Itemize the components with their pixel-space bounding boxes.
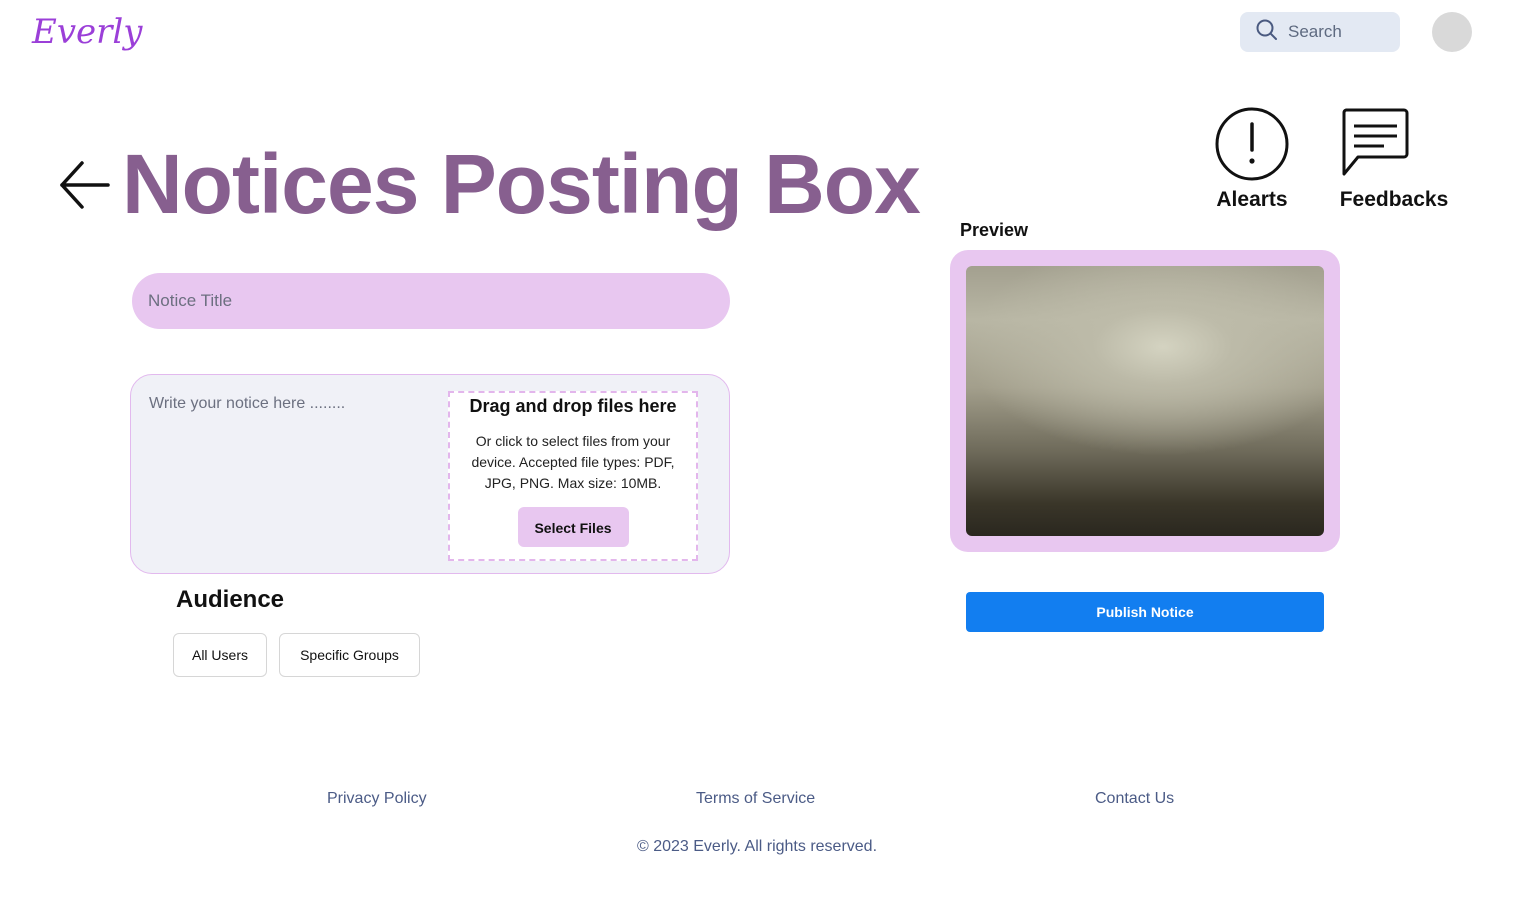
back-button[interactable] xyxy=(58,158,112,212)
copyright-text: © 2023 Everly. All rights reserved. xyxy=(636,838,878,855)
preview-label: Preview xyxy=(960,220,1029,240)
alert-circle-icon xyxy=(1215,107,1289,181)
file-dropzone[interactable]: Drag and drop files here Or click to sel… xyxy=(448,391,698,561)
feedbacks-button[interactable]: Feedbacks xyxy=(1334,104,1454,212)
avatar[interactable] xyxy=(1432,12,1472,52)
notice-body-input[interactable] xyxy=(147,393,441,557)
terms-of-service-link[interactable]: Terms of Service xyxy=(696,790,815,808)
publish-notice-button[interactable]: Publish Notice xyxy=(966,592,1324,632)
page-title: Notices Posting Box xyxy=(122,137,921,231)
audience-all-users-button[interactable]: All Users xyxy=(173,633,267,677)
message-square-icon xyxy=(1342,108,1409,176)
audience-specific-groups-button[interactable]: Specific Groups xyxy=(279,633,420,677)
preview-image xyxy=(966,266,1324,536)
search-icon xyxy=(1256,19,1278,46)
alerts-button[interactable]: Alearts xyxy=(1210,104,1294,212)
preview-panel xyxy=(950,250,1340,552)
notice-editor: Drag and drop files here Or click to sel… xyxy=(130,374,730,574)
search-box[interactable] xyxy=(1240,12,1400,52)
dropzone-description: Or click to select files from your devic… xyxy=(471,433,675,491)
arrow-left-icon xyxy=(60,161,110,209)
alerts-label: Alearts xyxy=(1216,188,1288,211)
dropzone-title: Drag and drop files here xyxy=(469,396,677,416)
contact-us-link[interactable]: Contact Us xyxy=(1095,790,1174,808)
privacy-policy-link[interactable]: Privacy Policy xyxy=(327,790,427,808)
notice-title-input[interactable] xyxy=(132,273,730,329)
select-files-button[interactable]: Select Files xyxy=(517,507,629,547)
search-input[interactable] xyxy=(1286,21,1390,43)
logo[interactable]: Everly xyxy=(32,12,142,52)
feedbacks-label: Feedbacks xyxy=(1339,188,1449,211)
audience-heading: Audience xyxy=(176,586,285,613)
